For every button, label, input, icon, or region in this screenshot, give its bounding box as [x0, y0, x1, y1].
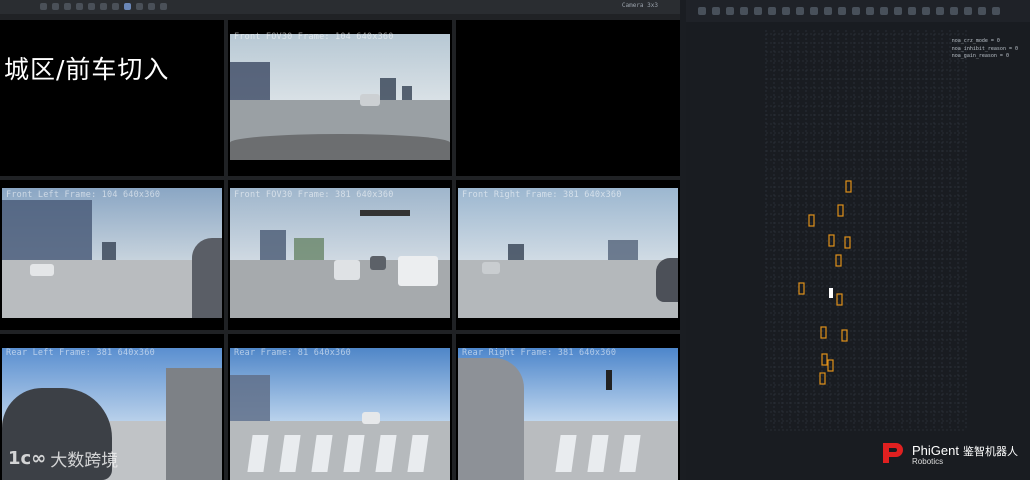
camera-view-front-fov30[interactable]: Front FOV30 Frame: 104 640x360 [228, 20, 452, 176]
phigent-logo-icon [883, 443, 904, 463]
watermark-logo: 1c∞ [8, 448, 47, 469]
empty-cell [456, 20, 680, 176]
obstacle-box [845, 180, 852, 193]
watermark-text: 大数跨境 [50, 451, 119, 471]
toolbar-icon[interactable] [88, 3, 95, 10]
camera-label: Rear Right Frame: 381 640x360 [462, 348, 617, 358]
obstacle-box [837, 204, 844, 217]
camera-view-front-fov30-2[interactable]: Front FOV30 Frame: 381 640x360 [228, 180, 452, 330]
obstacle-box [808, 214, 815, 227]
logo-cn: 鉴智机器人 [963, 445, 1018, 458]
camera-label: Front Right Frame: 381 640x360 [462, 190, 622, 200]
logo-brand: PhiGent [912, 443, 959, 458]
camera-toolbar: Camera 3x3 [0, 0, 680, 14]
obstacle-box [827, 359, 834, 372]
camera-panel: Camera 3x3 城区/前车切入 Front FOV30 Frame: 10… [0, 0, 680, 480]
obstacle-box [821, 353, 828, 366]
toolbar-icon[interactable] [160, 3, 167, 10]
camera-view-front-right[interactable]: Front Right Frame: 381 640x360 [456, 180, 680, 330]
watermark: 1c∞ 大数跨境 [8, 446, 118, 471]
camera-label: Front Left Frame: 104 640x360 [6, 190, 161, 200]
legend-line: noa_inhibit_reason = 0 [951, 45, 1018, 52]
camera-view-front-left[interactable]: Front Left Frame: 104 640x360 [0, 180, 224, 330]
toolbar-icon[interactable] [136, 3, 143, 10]
debug-legend: noa_crz_mode = 0 noa_inhibit_reason = 0 … [952, 38, 1018, 61]
toolbar-icon[interactable] [76, 3, 83, 10]
camera-view-rear[interactable]: Rear Frame: 81 640x360 [228, 334, 452, 480]
ego-vehicle [829, 288, 833, 298]
obstacle-box [819, 372, 826, 385]
camera-view-rear-right[interactable]: Rear Right Frame: 381 640x360 [456, 334, 680, 480]
toolbar-icon[interactable] [112, 3, 119, 10]
camera-layout-label[interactable]: Camera 3x3 [622, 2, 658, 9]
phigent-logo: PhiGent 鉴智机器人 Robotics [880, 440, 1018, 466]
obstacle-box [798, 282, 805, 295]
empty-cell: 城区/前车切入 [0, 20, 224, 176]
camera-view-rear-left[interactable]: Rear Left Frame: 381 640x360 1c∞ 大数跨境 [0, 334, 224, 480]
bev-panel: noa_crz_mode = 0 noa_inhibit_reason = 0 … [686, 0, 1030, 480]
toolbar-icon[interactable] [40, 3, 47, 10]
camera-label: Rear Left Frame: 381 640x360 [6, 348, 155, 358]
toolbar-icon[interactable] [124, 3, 131, 10]
logo-sub: Robotics [912, 457, 944, 466]
obstacle-box [820, 326, 827, 339]
toolbar-icon[interactable] [52, 3, 59, 10]
camera-label: Front FOV30 Frame: 104 640x360 [234, 32, 394, 42]
toolbar-icon[interactable] [100, 3, 107, 10]
legend-line: noa_crz_mode = 0 [951, 38, 1000, 44]
toolbar-icon[interactable] [148, 3, 155, 10]
legend-line: noa_gain_reason = 0 [951, 53, 1009, 59]
scene-title: 城区/前车切入 [4, 55, 170, 84]
toolbar-icon[interactable] [64, 3, 71, 10]
camera-label: Front FOV30 Frame: 381 640x360 [234, 190, 394, 200]
obstacle-box [828, 234, 835, 247]
obstacle-box [835, 254, 842, 267]
bev-grid[interactable] [686, 0, 1030, 480]
camera-label: Rear Frame: 81 640x360 [234, 348, 351, 358]
